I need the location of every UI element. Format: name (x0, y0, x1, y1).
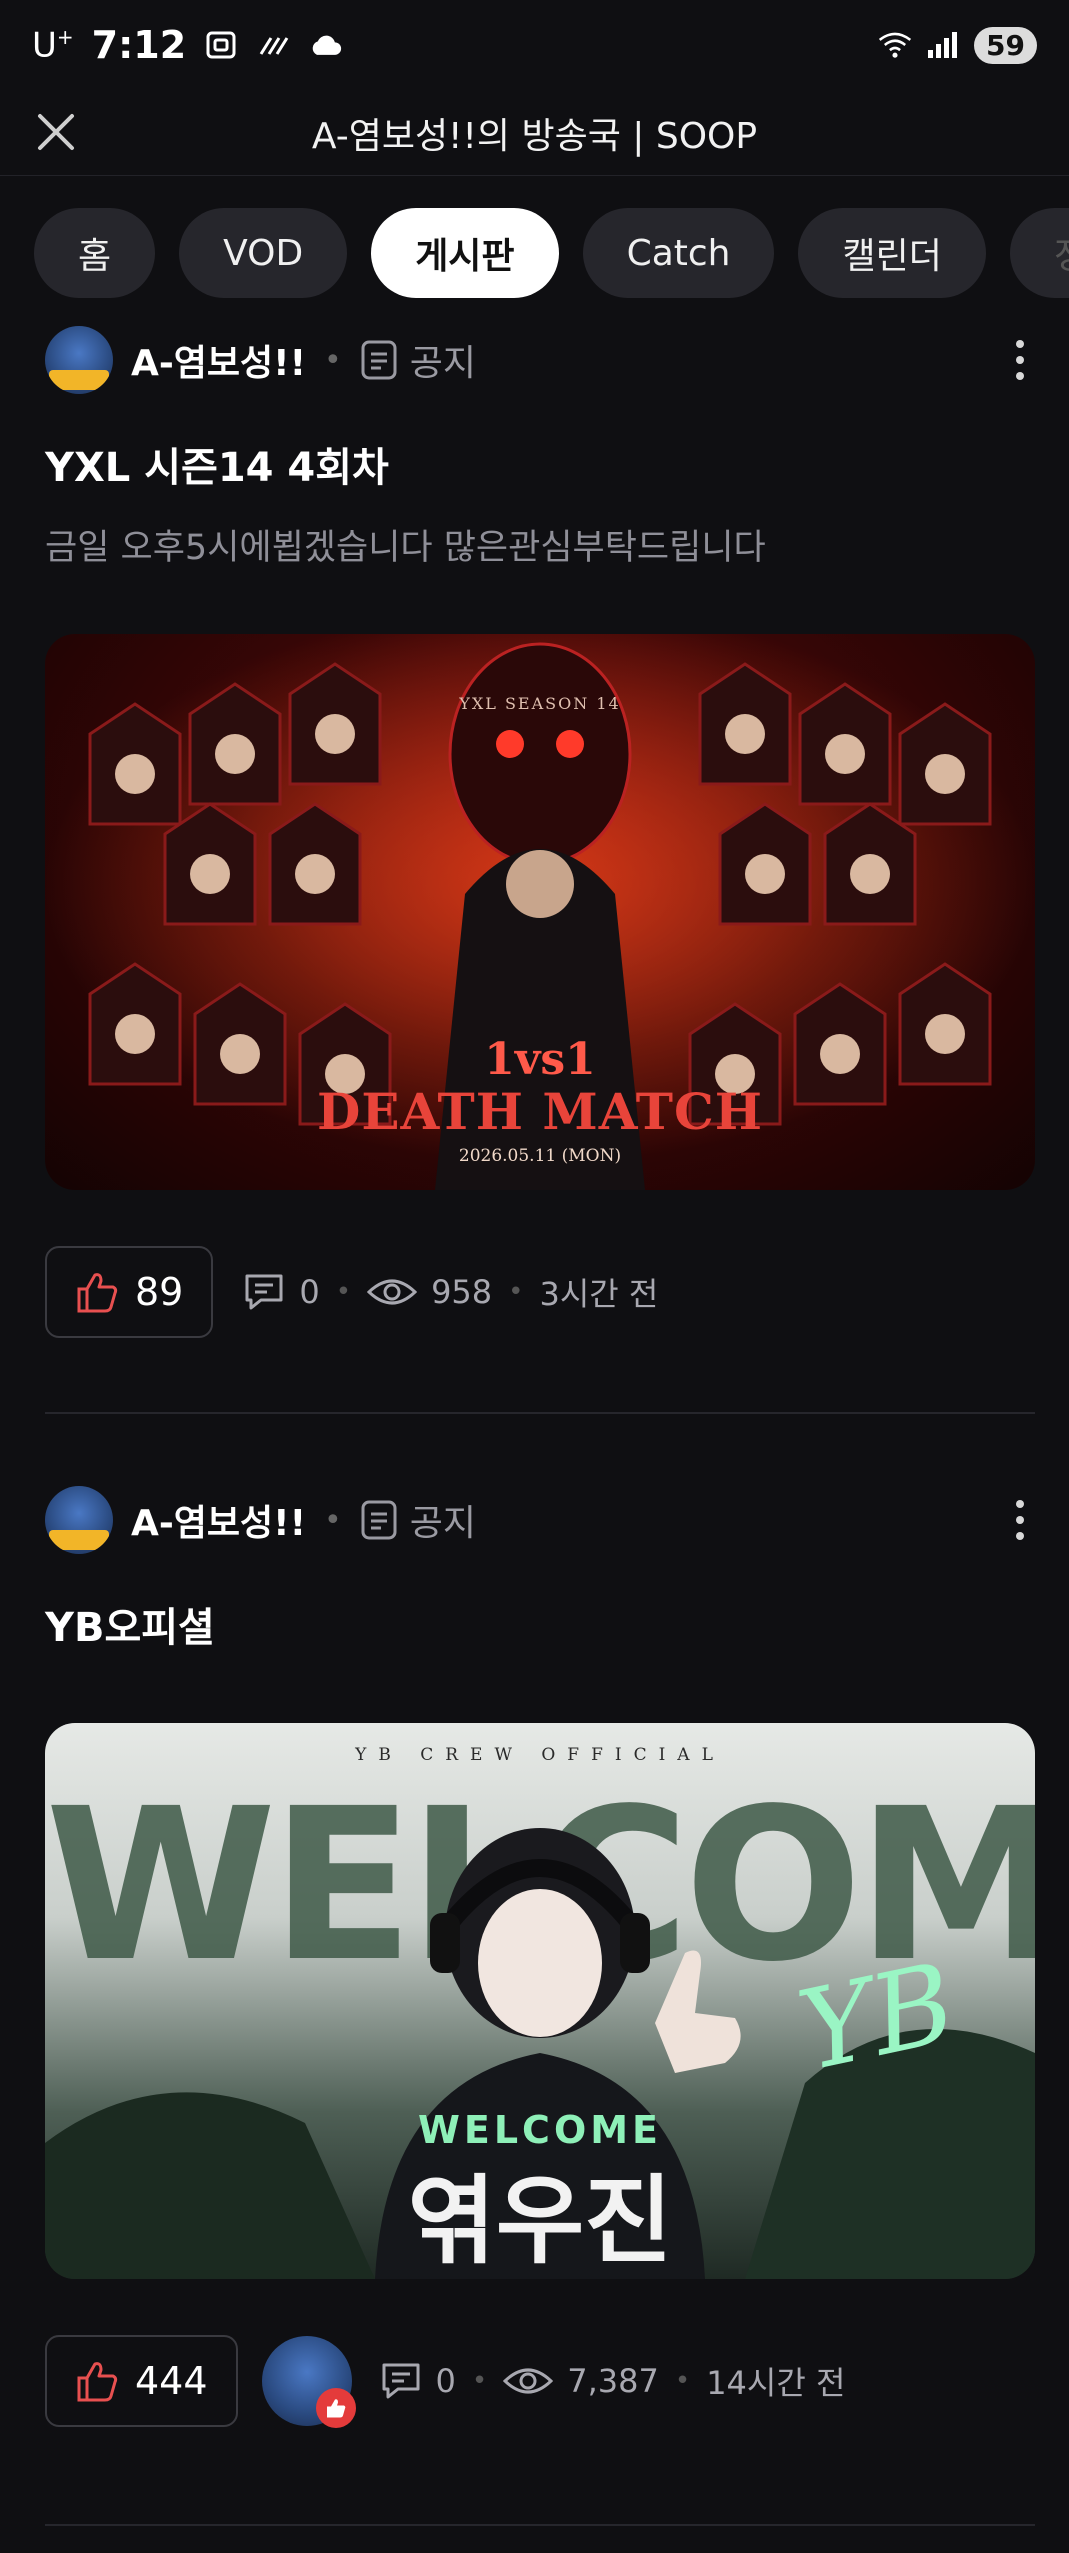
post-time: 14시간 전 (706, 2364, 846, 2402)
like-button[interactable]: 89 (45, 1246, 214, 1338)
post-stats: 444 0 • 7,387 • 14시간 전 (45, 2335, 1035, 2428)
tab-calendar[interactable]: 캘린더 (798, 208, 986, 298)
comment-icon (382, 2363, 420, 2399)
separator-dot: • (471, 2366, 488, 2396)
more-options-button[interactable] (1005, 330, 1035, 390)
close-button[interactable] (26, 102, 86, 162)
separator-dot: • (324, 1502, 342, 1538)
tab-home[interactable]: 홈 (34, 208, 156, 298)
image-subline: DEATH MATCH (316, 1082, 764, 1141)
view-count: 958 (431, 1273, 493, 1311)
tab-board[interactable]: 게시판 (371, 208, 559, 298)
tab-catch[interactable]: Catch (582, 208, 775, 298)
view-stat: 7,387 (503, 2362, 659, 2400)
post-title: YB오피셜 (45, 1605, 215, 1651)
liker-avatar[interactable] (261, 2336, 356, 2428)
image-date: 2026.05.11 (MON) (458, 1146, 622, 1166)
battery-indicator: 59 (974, 26, 1037, 64)
separator-dot: • (508, 1277, 524, 1307)
separator-dot: • (674, 2366, 691, 2396)
post-image[interactable]: YXL SEASON 14 1vs1 DEATH MATCH 2026.05.1… (45, 634, 1035, 1190)
comment-stat[interactable]: 0 (243, 1272, 320, 1312)
post-author[interactable]: A-염보성!! (131, 1494, 306, 1546)
screenshot-icon (204, 30, 238, 60)
tab-more[interactable]: 정 (1009, 208, 1069, 298)
post-card[interactable]: A-염보성!! • 공지 YB오피셜 YB CREW OFFICIAL WELC… (45, 1485, 1035, 2428)
image-headline: 1vs1 (484, 1034, 596, 1085)
post-body: 금일 오후5시에뵙겠습니다 많은관심부탁드립니다 (45, 528, 766, 568)
comment-icon (245, 1274, 283, 1310)
post-header: A-염보성!! • 공지 (45, 325, 1035, 395)
cloud-icon (308, 30, 342, 60)
eye-icon (367, 1279, 418, 1305)
wifi-icon (878, 30, 912, 60)
close-icon (38, 114, 74, 150)
post-divider (45, 1412, 1035, 1414)
comment-count: 0 (299, 1273, 320, 1311)
thumbs-up-icon (77, 1273, 118, 1313)
post-category: 공지 (409, 343, 476, 384)
separator-dot: • (335, 1277, 352, 1307)
post-divider (45, 2524, 1035, 2526)
signal-icon (926, 30, 960, 60)
tab-bar: 홈 VOD 게시판 Catch 캘린더 정 (0, 208, 1069, 300)
more-options-button[interactable] (1005, 1490, 1035, 1550)
avatar[interactable] (45, 326, 113, 394)
status-bar: U+ 7:12 59 (0, 0, 1069, 90)
title-bar: A-염보성!!의 방송국 | SOOP (0, 90, 1069, 176)
post-header: A-염보성!! • 공지 (45, 1485, 1035, 1555)
post-stats: 89 0 • 958 • 3시간 전 (45, 1246, 1035, 1338)
clock: 7:12 (91, 23, 187, 67)
comment-stat[interactable]: 0 (380, 2361, 456, 2401)
like-count: 89 (135, 1270, 184, 1314)
carrier-label: U+ (32, 24, 74, 66)
separator-dot: • (324, 342, 342, 378)
post-time: 3시간 전 (539, 1275, 659, 1313)
notice-icon (361, 1500, 397, 1540)
view-count: 7,387 (567, 2362, 659, 2400)
eye-icon (503, 2368, 554, 2394)
thumbs-up-icon (77, 2362, 118, 2402)
image-name: 엮우진 (407, 2165, 673, 2277)
comment-count: 0 (435, 2362, 456, 2400)
like-count: 444 (135, 2359, 208, 2403)
view-stat: 958 (367, 1273, 492, 1311)
thumbs-up-icon (326, 2399, 345, 2418)
image-top-text: YXL SEASON 14 (459, 694, 621, 713)
post-category: 공지 (409, 1503, 476, 1544)
post-image[interactable]: YB CREW OFFICIAL WELCOME WELCOME 엮우진 YB (45, 1723, 1035, 2279)
notice-icon (361, 340, 397, 380)
post-title: YXL 시즌14 4회차 (45, 445, 389, 491)
liker-badge (315, 2388, 356, 2428)
post-card[interactable]: A-염보성!! • 공지 YXL 시즌14 4회차 금일 오후5시에뵙겠습니다 … (45, 325, 1035, 1338)
avatar[interactable] (45, 1486, 113, 1554)
tab-vod[interactable]: VOD (179, 208, 348, 298)
page-title: A-염보성!!의 방송국 | SOOP (311, 115, 758, 157)
data-activity-icon (256, 30, 290, 60)
post-author[interactable]: A-염보성!! (131, 334, 306, 386)
like-button[interactable]: 444 (45, 2335, 238, 2427)
